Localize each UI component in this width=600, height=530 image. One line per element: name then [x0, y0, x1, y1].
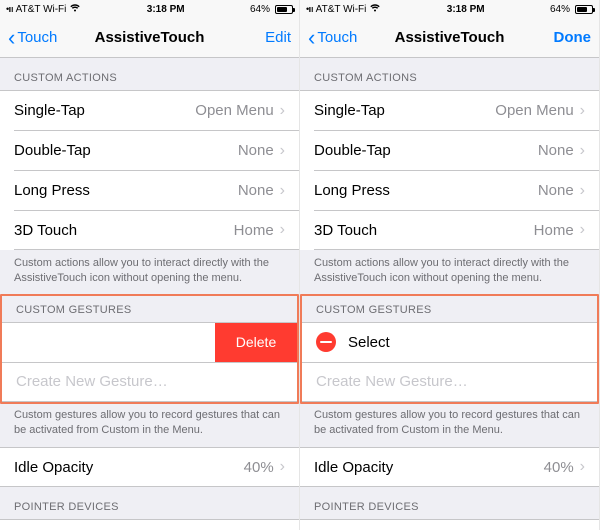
row-label: Double-Tap [314, 142, 538, 159]
section-header-pointer: POINTER DEVICES [300, 487, 599, 519]
wifi-icon [69, 3, 81, 15]
chevron-right-icon: › [280, 458, 285, 476]
battery-icon [575, 5, 593, 14]
chevron-right-icon: › [280, 142, 285, 160]
create-gesture-label: Create New Gesture… [316, 373, 583, 390]
create-gesture-row[interactable]: Create New Gesture… [2, 362, 297, 402]
create-gesture-row[interactable]: Create New Gesture… [302, 362, 597, 402]
row-label: 3D Touch [14, 222, 234, 239]
chevron-right-icon: › [580, 458, 585, 476]
row-label: Single-Tap [14, 102, 195, 119]
phone-right: •ııı AT&T Wi-Fi 3:18 PM 64% ‹ Touch Assi… [300, 0, 600, 530]
row-value: Home [534, 222, 574, 239]
row-idle-opacity[interactable]: Idle Opacity 40% › [300, 447, 599, 487]
row-value: None [538, 142, 574, 159]
done-button[interactable]: Done [554, 29, 592, 46]
delete-button[interactable]: Delete [215, 323, 297, 362]
signal-dots: •ııı [6, 4, 13, 14]
row-long-press[interactable]: Long Press None › [14, 170, 299, 210]
chevron-left-icon: ‹ [8, 27, 15, 49]
section-header-pointer: POINTER DEVICES [0, 487, 299, 519]
carrier-label: AT&T Wi-Fi [316, 4, 367, 15]
create-gesture-label: Create New Gesture… [16, 373, 283, 390]
battery-icon [275, 5, 293, 14]
back-label: Touch [317, 29, 357, 46]
row-value: Open Menu [195, 102, 273, 119]
row-label: Single-Tap [314, 102, 495, 119]
chevron-right-icon: › [580, 102, 585, 120]
signal-dots: •ııı [306, 4, 313, 14]
row-idle-opacity[interactable]: Idle Opacity 40% › [0, 447, 299, 487]
row-double-tap[interactable]: Double-Tap None › [14, 130, 299, 170]
row-label: Double-Tap [14, 142, 238, 159]
row-value: None [238, 182, 274, 199]
row-label: 3D Touch [314, 222, 534, 239]
content: CUSTOM ACTIONS Single-Tap Open Menu › Do… [0, 58, 299, 530]
row-single-tap[interactable]: Single-Tap Open Menu › [300, 90, 599, 130]
row-label: Long Press [314, 182, 538, 199]
battery-pct: 64% [550, 4, 570, 15]
chevron-left-icon: ‹ [308, 27, 315, 49]
row-long-press[interactable]: Long Press None › [314, 170, 599, 210]
navbar: ‹ Touch AssistiveTouch Done [300, 18, 599, 58]
row-label: Idle Opacity [314, 459, 544, 476]
row-devices[interactable]: Devices › [0, 519, 299, 530]
section-footer-actions: Custom actions allow you to interact dir… [300, 250, 599, 296]
carrier-label: AT&T Wi-Fi [16, 4, 67, 15]
row-devices[interactable]: Devices › [300, 519, 599, 530]
row-value: 40% [544, 459, 574, 476]
chevron-right-icon: › [280, 221, 285, 239]
row-value: None [538, 182, 574, 199]
highlight-box: CUSTOM GESTURES Select Create New Gestur… [300, 294, 599, 404]
row-value: Open Menu [495, 102, 573, 119]
chevron-right-icon: › [280, 102, 285, 120]
chevron-right-icon: › [580, 182, 585, 200]
section-footer-actions: Custom actions allow you to interact dir… [0, 250, 299, 296]
section-header-actions: CUSTOM ACTIONS [0, 58, 299, 90]
back-button[interactable]: ‹ Touch [8, 27, 57, 49]
minus-circle-icon[interactable] [316, 332, 336, 352]
row-single-tap[interactable]: Single-Tap Open Menu › [0, 90, 299, 130]
row-value: None [238, 142, 274, 159]
chevron-right-icon: › [580, 221, 585, 239]
chevron-right-icon: › [280, 182, 285, 200]
battery-pct: 64% [250, 4, 270, 15]
wifi-icon [369, 3, 381, 15]
gesture-row-edit[interactable]: Select [302, 322, 597, 362]
row-label: Idle Opacity [14, 459, 244, 476]
edit-button[interactable]: Edit [265, 29, 291, 46]
row-3d-touch[interactable]: 3D Touch Home › [314, 210, 599, 250]
row-3d-touch[interactable]: 3D Touch Home › [14, 210, 299, 250]
chevron-right-icon: › [580, 142, 585, 160]
row-label: Long Press [14, 182, 238, 199]
highlight-box: CUSTOM GESTURES Delete Create New Gestur… [0, 294, 299, 404]
section-header-gestures: CUSTOM GESTURES [2, 296, 297, 322]
row-double-tap[interactable]: Double-Tap None › [314, 130, 599, 170]
row-value: 40% [244, 459, 274, 476]
row-value: Home [234, 222, 274, 239]
status-time: 3:18 PM [381, 4, 550, 15]
phone-left: •ııı AT&T Wi-Fi 3:18 PM 64% ‹ Touch Assi… [0, 0, 300, 530]
back-label: Touch [17, 29, 57, 46]
section-header-actions: CUSTOM ACTIONS [300, 58, 599, 90]
status-bar: •ııı AT&T Wi-Fi 3:18 PM 64% [300, 0, 599, 18]
navbar: ‹ Touch AssistiveTouch Edit [0, 18, 299, 58]
status-bar: •ııı AT&T Wi-Fi 3:18 PM 64% [0, 0, 299, 18]
gesture-select-label: Select [348, 334, 390, 351]
content: CUSTOM ACTIONS Single-Tap Open Menu › Do… [300, 58, 599, 530]
section-footer-gestures: Custom gestures allow you to record gest… [300, 402, 599, 448]
section-header-gestures: CUSTOM GESTURES [302, 296, 597, 322]
back-button[interactable]: ‹ Touch [308, 27, 357, 49]
section-footer-gestures: Custom gestures allow you to record gest… [0, 402, 299, 448]
gesture-row-swiped[interactable]: Delete [2, 322, 297, 362]
status-time: 3:18 PM [81, 4, 250, 15]
gesture-row-content [2, 323, 215, 362]
